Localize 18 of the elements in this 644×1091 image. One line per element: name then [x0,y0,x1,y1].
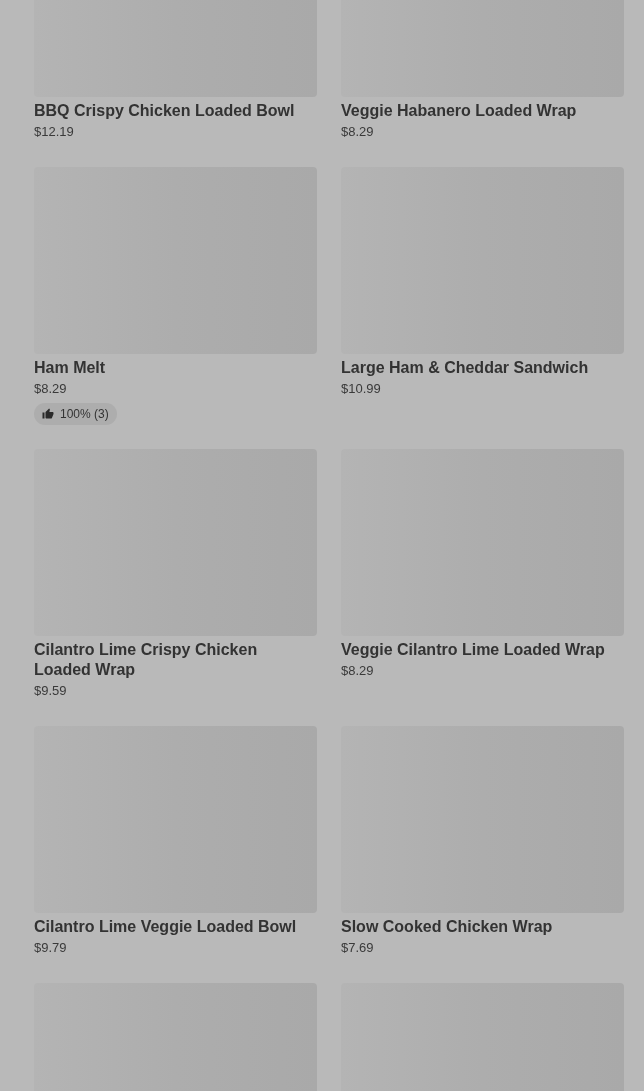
product-price: $7.69 [341,939,374,957]
product-price: $9.79 [34,939,67,957]
product-name[interactable]: Cilantro Lime Crispy Chicken Loaded Wrap [34,640,317,680]
product-price: $10.99 [341,380,381,398]
thumbs-up-icon [42,408,54,420]
rating-text: 100% (3) [60,407,109,421]
product-price: $8.29 [34,380,67,398]
product-name[interactable]: Slow Cooked Chicken Wrap [341,917,553,937]
product-name[interactable]: Ham Melt [34,358,106,378]
product-price: $8.29 [341,662,374,680]
product-name[interactable]: Large Ham & Cheddar Sandwich [341,358,589,378]
product-name[interactable]: Cilantro Lime Veggie Loaded Bowl [34,917,297,937]
product-name[interactable]: BBQ Crispy Chicken Loaded Bowl [34,101,295,121]
product-name[interactable]: Veggie Habanero Loaded Wrap [341,101,577,121]
product-price: $9.59 [34,682,67,700]
product-price: $12.19 [34,123,74,141]
product-price: $8.29 [341,123,374,141]
product-name[interactable]: Veggie Cilantro Lime Loaded Wrap [341,640,605,660]
